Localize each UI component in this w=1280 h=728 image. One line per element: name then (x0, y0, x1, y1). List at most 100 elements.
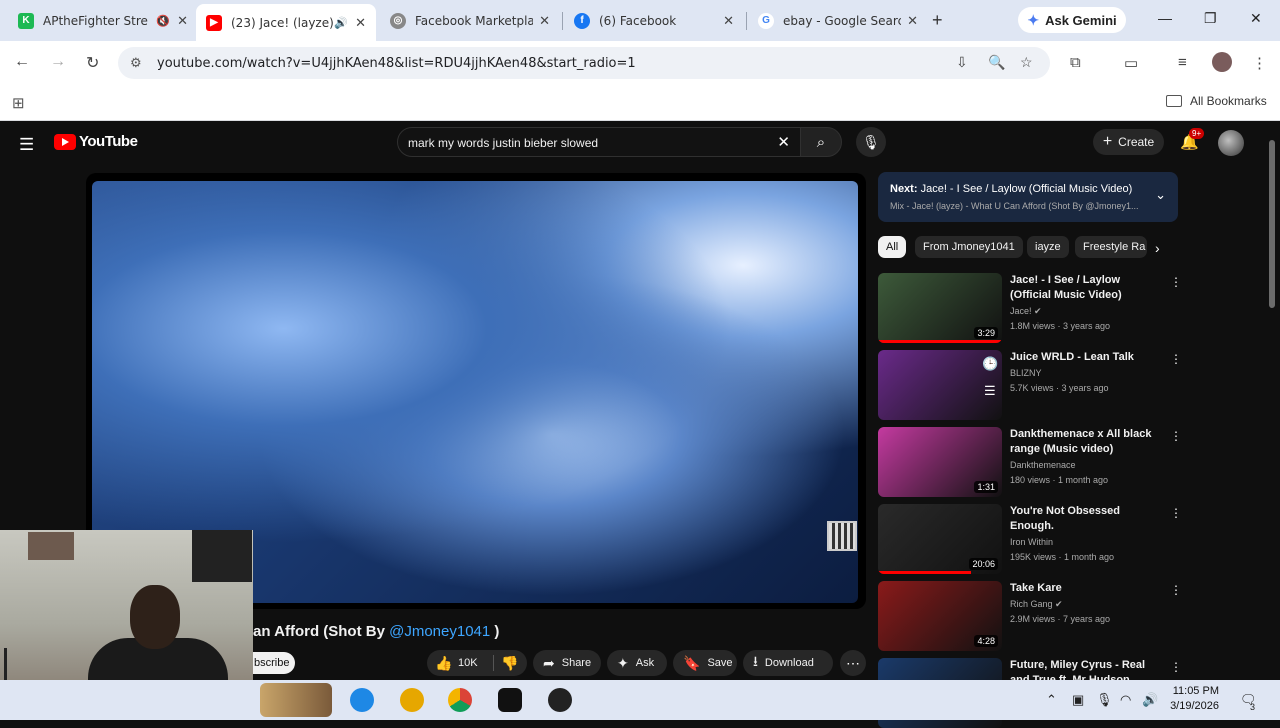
share-button[interactable]: ➦ Share (533, 650, 601, 676)
channel-name[interactable]: Jace! ✔ (1010, 306, 1042, 317)
tab-aptthefighter[interactable]: K APtheFighter Stre 🔇 ✕ (8, 6, 198, 35)
close-window-icon[interactable]: ✕ (1250, 10, 1262, 27)
more-options-icon[interactable]: ⋮ (1170, 275, 1182, 289)
reload-icon[interactable]: ↻ (86, 53, 99, 73)
restore-icon[interactable]: ❐ (1204, 10, 1217, 27)
wifi-icon[interactable]: ◠ (1120, 692, 1131, 708)
recommendation-title[interactable]: Dankthemenace x All black range (Music v… (1010, 427, 1156, 457)
add-to-queue-icon[interactable]: ☰ (984, 383, 996, 399)
volume-icon[interactable]: 🔊 (1142, 692, 1158, 708)
extensions-icon[interactable]: ⧉ (1070, 54, 1081, 71)
chip-from-channel[interactable]: From Jmoney1041 (915, 236, 1023, 258)
chrome-menu-icon[interactable]: ⋮ (1252, 54, 1267, 72)
video-thumbnail[interactable]: 20:06 (878, 504, 1002, 574)
tab-facebook[interactable]: f (6) Facebook ✕ (564, 6, 744, 35)
cast-icon[interactable]: ▭ (1124, 54, 1138, 72)
channel-name[interactable]: Dankthemenace (1010, 460, 1076, 470)
all-bookmarks-button[interactable]: All Bookmarks (1166, 94, 1267, 108)
notifications-bell-icon[interactable]: 🔔 9+ (1180, 128, 1205, 151)
chrome-taskbar-icon[interactable] (448, 688, 472, 712)
more-actions-icon[interactable]: ⋯ (840, 650, 866, 676)
minimize-icon[interactable]: — (1158, 10, 1172, 26)
search-input[interactable]: mark my words justin bieber slowed ✕ (397, 127, 801, 157)
more-options-icon[interactable]: ⋮ (1170, 352, 1182, 366)
youtube-logo[interactable]: YouTube (54, 133, 138, 150)
watch-later-icon[interactable]: 🕒 (982, 356, 998, 372)
channel-avatar[interactable] (1218, 130, 1244, 156)
clear-search-icon[interactable]: ✕ (777, 133, 790, 151)
search-button[interactable]: ⌕ (800, 127, 842, 157)
chip-freestyle[interactable]: Freestyle Ra (1075, 236, 1147, 258)
tab-ebay-google-search[interactable]: G ebay - Google Searc ✕ (748, 6, 928, 35)
recommendation-item[interactable]: 1:31 Dankthemenace x All black range (Mus… (878, 427, 1182, 497)
recommendation-title[interactable]: Juice WRLD - Lean Talk (1010, 350, 1156, 365)
muted-speaker-icon[interactable]: 🔇 (156, 14, 170, 27)
bookmark-star-icon[interactable]: ☆ (1020, 54, 1033, 71)
video-thumbnail[interactable]: 1:31 (878, 427, 1002, 497)
chip-all[interactable]: All (878, 236, 907, 258)
more-options-icon[interactable]: ⋮ (1170, 583, 1182, 597)
forward-arrow-icon[interactable]: → (50, 53, 66, 71)
close-tab-icon[interactable]: ✕ (539, 13, 550, 29)
thumbs-up-icon[interactable]: 👍 (435, 655, 452, 672)
meet-now-icon[interactable]: ▣ (1072, 692, 1084, 708)
channel-name[interactable]: BLIZNY (1010, 368, 1042, 378)
create-button[interactable]: + Create (1093, 129, 1164, 155)
recommendation-title[interactable]: You're Not Obsessed Enough. (1010, 504, 1156, 534)
chevron-right-icon[interactable]: › (1155, 240, 1160, 256)
more-options-icon[interactable]: ⋮ (1170, 506, 1182, 520)
apps-grid-icon[interactable]: ⊞ (12, 94, 25, 112)
media-controls-icon[interactable]: ≡ (1178, 54, 1187, 71)
subscribe-button[interactable]: bscribe (253, 652, 295, 674)
recommendation-title[interactable]: Jace! - I See / Laylow (Official Music V… (1010, 273, 1156, 303)
edge-browser-icon[interactable] (350, 688, 374, 712)
profile-avatar[interactable] (1212, 52, 1232, 72)
recommendation-title[interactable]: Take Kare (1010, 581, 1156, 596)
ask-gemini-button[interactable]: ✦ Ask Gemini (1018, 7, 1126, 33)
close-tab-icon[interactable]: ✕ (355, 15, 366, 31)
hedgehog-widget-icon[interactable] (260, 683, 332, 717)
tab-youtube-active[interactable]: ▶ (23) Jace! (layze) 🔊 ✕ (196, 4, 376, 41)
thumbs-down-icon[interactable]: 👎 (501, 655, 518, 672)
back-arrow-icon[interactable]: ← (14, 53, 30, 71)
close-tab-icon[interactable]: ✕ (177, 13, 188, 29)
like-count[interactable]: 10K (458, 657, 478, 669)
recommendation-item[interactable]: 20:06 You're Not Obsessed Enough. Iron Wit… (878, 504, 1182, 574)
close-tab-icon[interactable]: ✕ (907, 13, 918, 29)
new-tab-icon[interactable]: + (932, 10, 943, 31)
save-button[interactable]: 🔖 Save (673, 650, 737, 676)
channel-name[interactable]: Iron Within (1010, 537, 1053, 547)
recommendation-item[interactable]: Juice WRLD - Lean Talk BLIZNY 5.7K views ·… (878, 350, 1182, 420)
recommendation-item[interactable]: 4:28 Take Kare Rich Gang ✔ 2.9M views · 7 y… (878, 581, 1182, 651)
close-tab-icon[interactable]: ✕ (723, 13, 734, 29)
chevron-down-icon[interactable]: ⌄ (1155, 187, 1166, 203)
install-app-icon[interactable]: ⇩ (956, 54, 968, 71)
video-thumbnail[interactable]: 3:29 (878, 273, 1002, 343)
speaker-icon[interactable]: 🔊 (334, 16, 348, 29)
address-bar[interactable]: ⚙ youtube.com/watch?v=U4jjhKAen48&list=R… (118, 47, 1050, 79)
capcut-icon[interactable] (498, 688, 522, 712)
fl-studio-icon[interactable] (400, 688, 424, 712)
playlist-up-next[interactable]: Next: Jace! - I See / Laylow (Official M… (878, 172, 1178, 222)
site-info-icon[interactable]: ⚙ (130, 55, 142, 71)
page-scrollbar[interactable] (1268, 124, 1276, 674)
video-thumbnail[interactable]: 4:28 (878, 581, 1002, 651)
microphone-tray-icon[interactable]: 🎙 (1096, 692, 1113, 708)
chevron-up-icon[interactable]: ⌃ (1046, 692, 1057, 708)
hamburger-menu-icon[interactable]: ☰ (19, 135, 34, 155)
chip-iayze[interactable]: iayze (1027, 236, 1069, 258)
zoom-icon[interactable]: 🔍 (988, 54, 1005, 71)
url-text[interactable]: youtube.com/watch?v=U4jjhKAen48&list=RDU… (157, 56, 636, 71)
obs-icon[interactable] (548, 688, 572, 712)
ask-button[interactable]: ✦ Ask (607, 650, 667, 676)
recommendation-item[interactable]: 3:29 Jace! - I See / Laylow (Official Mus… (878, 273, 1182, 343)
scrollbar-thumb[interactable] (1269, 140, 1275, 308)
search-query[interactable]: mark my words justin bieber slowed (408, 136, 598, 150)
more-options-icon[interactable]: ⋮ (1170, 660, 1182, 674)
more-options-icon[interactable]: ⋮ (1170, 429, 1182, 443)
tab-facebook-marketplace[interactable]: ◎ Facebook Marketplac ✕ (380, 6, 560, 35)
title-mention-link[interactable]: @Jmoney1041 (389, 623, 490, 640)
channel-name[interactable]: Rich Gang ✔ (1010, 599, 1063, 610)
download-button[interactable]: ⭳ Download (743, 650, 833, 676)
voice-search-button[interactable]: 🎙 (856, 127, 886, 157)
